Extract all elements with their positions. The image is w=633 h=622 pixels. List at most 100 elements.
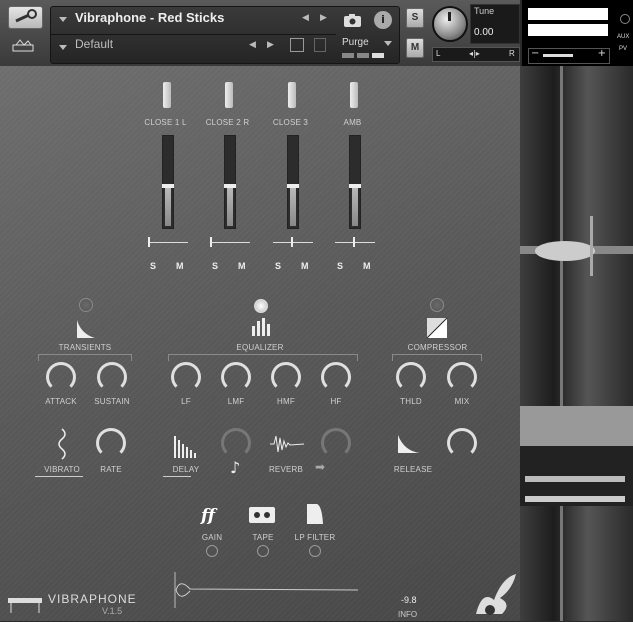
preset-name[interactable]: Default bbox=[75, 37, 113, 51]
hf-knob[interactable] bbox=[321, 362, 351, 392]
equalizer-led[interactable] bbox=[254, 299, 268, 313]
compressor-led[interactable] bbox=[430, 298, 444, 312]
solo-button[interactable]: S bbox=[150, 261, 156, 271]
fader-handle[interactable] bbox=[349, 184, 361, 188]
mix-knob[interactable] bbox=[447, 362, 477, 392]
info-icon[interactable]: i bbox=[374, 11, 392, 29]
camera-icon[interactable] bbox=[340, 11, 366, 29]
mic-pan-slider[interactable] bbox=[210, 242, 250, 243]
instrument-box: Vibraphone - Red Sticks ◀ ▶ Default ◀ ▶ … bbox=[50, 6, 400, 64]
hmf-knob[interactable] bbox=[271, 362, 301, 392]
delete-icon[interactable] bbox=[314, 38, 326, 52]
mic-channel-label: CLOSE 1 L bbox=[144, 118, 187, 127]
lf-label: LF bbox=[181, 397, 191, 406]
gain-led[interactable] bbox=[206, 545, 218, 557]
reverb-label: REVERB bbox=[268, 465, 304, 474]
prev-instrument-icon[interactable]: ◀ bbox=[302, 13, 309, 23]
delay-icon[interactable] bbox=[173, 434, 201, 458]
lmf-label: LMF bbox=[227, 397, 245, 406]
pv-label[interactable]: PV bbox=[619, 46, 627, 52]
tape-led[interactable] bbox=[257, 545, 269, 557]
purge-meter bbox=[342, 53, 392, 58]
mute-button[interactable]: M bbox=[406, 38, 424, 58]
mute-button[interactable]: M bbox=[238, 261, 246, 271]
prev-preset-icon[interactable]: ◀ bbox=[249, 40, 256, 50]
tune-knob[interactable] bbox=[432, 6, 468, 42]
mic-volume-fader[interactable] bbox=[349, 135, 361, 229]
release-knob[interactable] bbox=[447, 428, 477, 458]
pan-handle[interactable] bbox=[291, 237, 293, 247]
mute-button[interactable]: M bbox=[301, 261, 309, 271]
level-value: -9.8 bbox=[401, 595, 417, 605]
mic-pan-slider[interactable] bbox=[148, 242, 188, 243]
chevron-down-icon[interactable] bbox=[384, 41, 392, 46]
equalizer-bracket bbox=[168, 354, 358, 361]
next-preset-icon[interactable]: ▶ bbox=[267, 40, 274, 50]
rate-knob[interactable] bbox=[96, 428, 126, 458]
tape-icon[interactable] bbox=[248, 506, 276, 524]
mic-icon[interactable] bbox=[350, 82, 358, 108]
lp-filter-led[interactable] bbox=[309, 545, 321, 557]
studio-photo bbox=[520, 66, 633, 621]
info-button[interactable]: INFO bbox=[398, 610, 417, 619]
next-instrument-icon[interactable]: ▶ bbox=[320, 13, 327, 23]
mic-channel-label: AMB bbox=[343, 118, 362, 127]
fader-handle[interactable] bbox=[162, 184, 174, 188]
fader-handle[interactable] bbox=[287, 184, 299, 188]
output-meter: − + AUX PV bbox=[522, 0, 633, 66]
sustain-knob[interactable] bbox=[97, 362, 127, 392]
reverb-knob[interactable] bbox=[321, 428, 351, 458]
kontakt-logo-icon bbox=[12, 38, 34, 52]
solo-button[interactable]: S bbox=[212, 261, 218, 271]
pan-handle[interactable] bbox=[210, 237, 212, 247]
attack-knob[interactable] bbox=[46, 362, 76, 392]
vibrato-underline bbox=[35, 476, 83, 477]
lmf-knob[interactable] bbox=[221, 362, 251, 392]
mute-button[interactable]: M bbox=[363, 261, 371, 271]
delay-knob[interactable] bbox=[221, 428, 251, 458]
transients-led[interactable] bbox=[79, 298, 93, 312]
pan-right-label: R bbox=[509, 49, 515, 58]
mic-volume-fader[interactable] bbox=[162, 135, 174, 229]
wrench-button[interactable] bbox=[8, 6, 43, 29]
pan-handle[interactable] bbox=[353, 237, 355, 247]
mic-pan-slider[interactable] bbox=[335, 242, 375, 243]
mic-icon[interactable] bbox=[288, 82, 296, 108]
mic-volume-fader[interactable] bbox=[224, 135, 236, 229]
lp-filter-icon[interactable] bbox=[305, 502, 325, 526]
mic-pan-slider[interactable] bbox=[273, 242, 313, 243]
solo-button[interactable]: S bbox=[275, 261, 281, 271]
volume-slider[interactable]: − + bbox=[528, 48, 610, 64]
purge-menu[interactable]: Purge bbox=[342, 37, 369, 48]
pan-slider[interactable]: L ◂|▸ R bbox=[432, 47, 520, 62]
instrument-header: Vibraphone - Red Sticks ◀ ▶ Default ◀ ▶ … bbox=[0, 0, 633, 67]
solo-button[interactable]: S bbox=[406, 8, 424, 28]
solo-button[interactable]: S bbox=[337, 261, 343, 271]
instrument-name[interactable]: Vibraphone - Red Sticks bbox=[75, 10, 224, 25]
vibrato-icon[interactable] bbox=[55, 428, 69, 460]
reverb-icon[interactable] bbox=[270, 434, 305, 454]
mute-button[interactable]: M bbox=[176, 261, 184, 271]
mic-icon[interactable] bbox=[225, 82, 233, 108]
chevron-down-icon[interactable] bbox=[59, 17, 67, 22]
mic-volume-fader[interactable] bbox=[287, 135, 299, 229]
pan-handle[interactable] bbox=[148, 237, 150, 247]
lf-knob[interactable] bbox=[171, 362, 201, 392]
hf-label: HF bbox=[330, 397, 342, 406]
tune-value[interactable]: 0.00 bbox=[474, 27, 493, 38]
aux-icon bbox=[620, 14, 630, 24]
save-icon[interactable] bbox=[290, 38, 304, 52]
mic-icon[interactable] bbox=[163, 82, 171, 108]
aux-label[interactable]: AUX bbox=[617, 34, 629, 40]
compressor-bracket bbox=[392, 354, 482, 361]
chevron-down-icon[interactable] bbox=[59, 45, 67, 50]
fader-handle[interactable] bbox=[224, 184, 236, 188]
brand-logo-icon bbox=[472, 570, 520, 618]
note-icon[interactable]: ♪ bbox=[230, 458, 242, 478]
thld-knob[interactable] bbox=[396, 362, 426, 392]
gain-icon[interactable]: ff bbox=[201, 506, 215, 526]
delay-label: DELAY bbox=[172, 465, 200, 474]
delay-underline bbox=[163, 476, 191, 477]
fader-fill bbox=[352, 186, 358, 226]
arrow-right-icon[interactable]: ➡ bbox=[315, 460, 325, 474]
